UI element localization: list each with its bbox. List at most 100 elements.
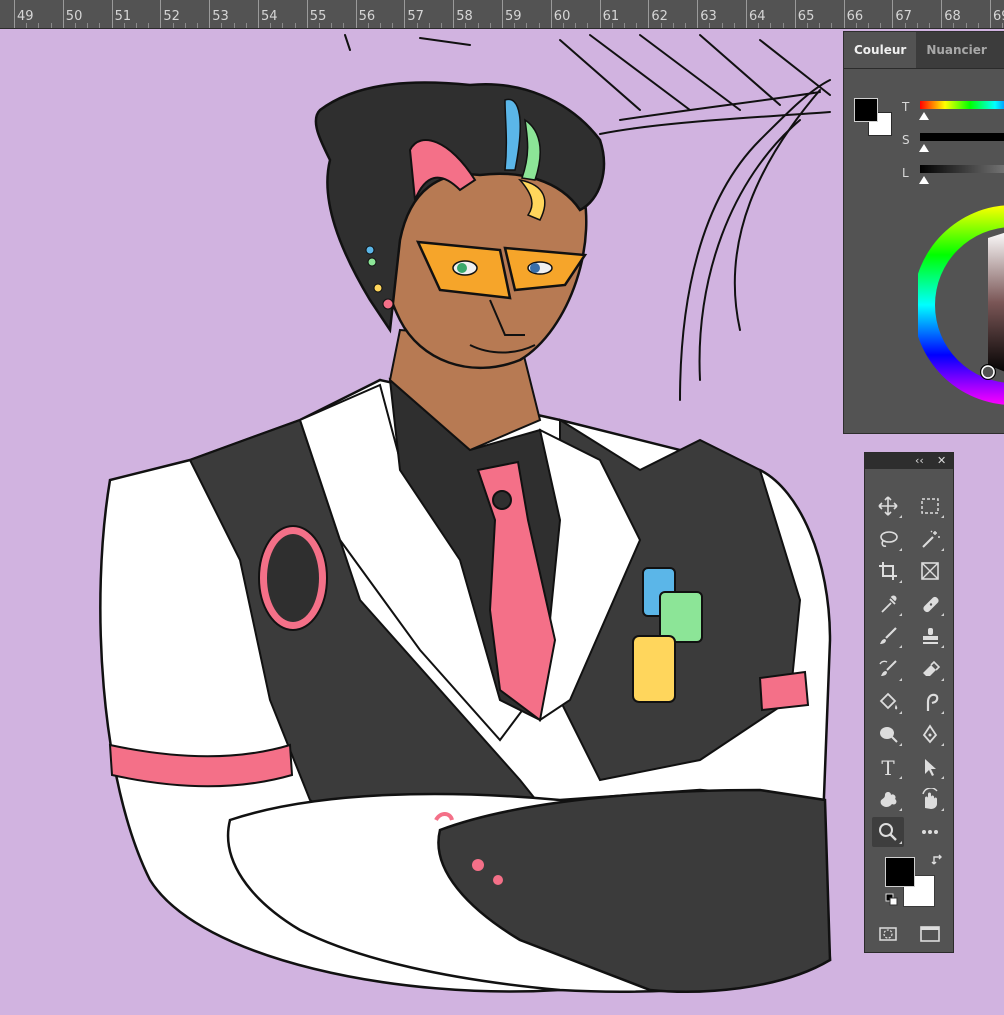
ruler-tick xyxy=(209,0,211,28)
move-tool[interactable] xyxy=(872,491,904,521)
ruler-label: 67 xyxy=(895,9,912,24)
saturation-slider-thumb[interactable] xyxy=(919,144,929,152)
screen-mode-icon xyxy=(920,926,940,942)
ruler-minor-tick xyxy=(880,23,882,28)
ruler-tick xyxy=(599,0,601,28)
default-colors-icon[interactable] xyxy=(885,893,899,907)
pen-icon xyxy=(922,724,938,744)
custom-shape-tool[interactable] xyxy=(872,784,904,814)
tool-flyout-indicator xyxy=(941,743,944,747)
hue-slider[interactable] xyxy=(920,101,1004,109)
ruler-label: 60 xyxy=(553,9,571,24)
hue-slider-thumb[interactable] xyxy=(919,112,929,120)
color-wheel[interactable] xyxy=(918,200,1004,410)
close-icon[interactable]: ✕ xyxy=(937,453,946,469)
eraser-icon xyxy=(923,660,941,676)
ruler-minor-tick xyxy=(685,23,686,28)
ruler-tick xyxy=(502,0,503,28)
quick-mask-tool[interactable] xyxy=(872,919,904,949)
ruler-minor-tick xyxy=(636,23,638,28)
ruler-minor-tick xyxy=(441,23,442,28)
dodge-tool[interactable] xyxy=(872,719,904,749)
ruler-tick xyxy=(160,0,162,28)
ruler-minor-tick xyxy=(855,23,857,28)
ruler-label: 66 xyxy=(846,9,864,24)
foreground-color-swatch[interactable] xyxy=(885,857,915,887)
ruler-minor-tick xyxy=(392,23,394,28)
tab-couleur[interactable]: Couleur xyxy=(844,32,917,68)
path-selection-tool[interactable] xyxy=(914,752,946,782)
ruler-minor-tick xyxy=(136,23,137,28)
brush-tool[interactable] xyxy=(872,621,904,651)
history-brush-icon xyxy=(879,660,897,676)
history-brush-tool[interactable] xyxy=(872,654,904,684)
paint-bucket-icon xyxy=(879,692,898,710)
tool-flyout-indicator xyxy=(941,775,944,779)
tool-flyout-indicator xyxy=(941,515,944,518)
ruler-minor-tick xyxy=(514,23,516,28)
rotate-view-tool[interactable] xyxy=(914,784,946,814)
tool-flyout-indicator xyxy=(899,841,902,844)
crop-tool[interactable] xyxy=(872,556,904,586)
zoom-tool[interactable] xyxy=(872,817,904,847)
zoom-icon xyxy=(879,823,897,841)
paint-bucket-tool[interactable] xyxy=(872,687,904,717)
foreground-color-swatch[interactable] xyxy=(854,98,878,122)
move-icon xyxy=(878,496,898,516)
ruler-minor-tick xyxy=(575,23,577,28)
smudge-icon xyxy=(926,693,939,711)
more-tools-icon xyxy=(922,830,938,834)
ruler-label: 53 xyxy=(212,9,229,24)
ruler-label: 58 xyxy=(456,9,473,24)
smudge-tool[interactable] xyxy=(914,687,946,717)
eraser-tool[interactable] xyxy=(914,654,946,684)
lightness-slider-thumb[interactable] xyxy=(919,176,929,184)
dodge-icon xyxy=(880,727,898,743)
ruler-minor-tick xyxy=(428,23,430,28)
collapse-icon[interactable]: ‹‹ xyxy=(915,453,924,469)
ruler-minor-tick xyxy=(733,23,735,28)
color-panel-tabs: Couleur Nuancier xyxy=(844,32,1004,69)
magic-wand-icon xyxy=(922,530,940,548)
ruler-tick xyxy=(697,0,699,28)
screen-mode-tool[interactable] xyxy=(914,919,946,949)
ruler-minor-tick xyxy=(343,23,345,28)
eyedropper-tool[interactable] xyxy=(872,589,904,619)
pen-tool[interactable] xyxy=(914,719,946,749)
ruler-label: 51 xyxy=(114,9,132,24)
swap-colors-icon[interactable] xyxy=(931,853,945,867)
ruler-label: 49 xyxy=(17,9,34,24)
tools-panel-header[interactable]: ‹‹ ✕ xyxy=(865,453,953,469)
brush-icon xyxy=(880,627,897,645)
tab-nuancier[interactable]: Nuancier xyxy=(916,32,997,68)
ruler-minor-tick xyxy=(294,23,296,28)
frame-tool[interactable] xyxy=(914,556,946,586)
ruler-minor-tick xyxy=(660,23,662,28)
type-tool[interactable]: T xyxy=(872,752,904,782)
tool-flyout-indicator xyxy=(941,678,944,681)
tool-flyout-indicator xyxy=(899,808,902,812)
tool-flyout-indicator xyxy=(899,547,902,551)
ruler-minor-tick xyxy=(221,23,223,28)
more-tools-tool[interactable] xyxy=(914,817,946,847)
ruler-minor-tick xyxy=(50,23,52,28)
ruler-minor-tick xyxy=(270,23,272,28)
magic-wand-tool[interactable] xyxy=(914,524,946,554)
lasso-tool[interactable] xyxy=(872,524,904,554)
ruler-minor-tick xyxy=(721,23,723,28)
ruler-minor-tick xyxy=(819,23,821,28)
marquee-tool[interactable] xyxy=(914,491,946,521)
ruler-tick xyxy=(794,0,796,28)
frame-icon xyxy=(921,562,939,580)
lightness-slider[interactable] xyxy=(920,165,1004,173)
ruler-minor-tick xyxy=(197,23,198,28)
ruler-minor-tick xyxy=(123,23,125,28)
ruler-label: 64 xyxy=(749,9,766,24)
ruler-label: 62 xyxy=(651,9,668,24)
clone-stamp-tool[interactable] xyxy=(914,621,946,651)
horizontal-ruler[interactable]: 49 50 51 52 53 54 55 56 57 58 59 60 61 62 63 64 65 66 67 68… xyxy=(0,0,1004,29)
quick-mask-icon xyxy=(879,927,897,941)
saturation-slider[interactable] xyxy=(920,133,1004,141)
healing-brush-tool[interactable] xyxy=(914,589,946,619)
ruler-tick xyxy=(404,0,406,28)
